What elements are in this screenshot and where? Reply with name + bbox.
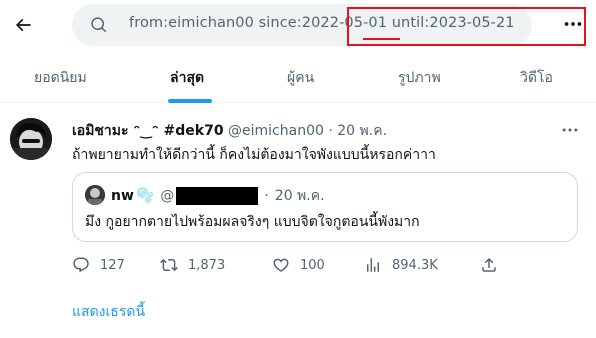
timestamp: 20 พ.ค. bbox=[274, 188, 325, 204]
views-button[interactable]: 894.3K bbox=[364, 254, 438, 276]
retweet-button[interactable]: 1,873 bbox=[160, 254, 225, 276]
view-count: 894.3K bbox=[392, 257, 438, 273]
quoted-tweet-header: nw 🫧 @ · 20 พ.ค. bbox=[111, 185, 325, 207]
reply-button[interactable]: 127 bbox=[72, 254, 125, 276]
like-button[interactable]: 100 bbox=[272, 254, 325, 276]
tweet-actions: 127 1,873 100 894.3K bbox=[72, 254, 578, 276]
year-underline-mark bbox=[363, 38, 400, 40]
tab-top[interactable]: ยอดนิยม bbox=[34, 52, 87, 103]
avatar-image bbox=[85, 185, 105, 205]
quoted-tweet-text: มึง กูอยากตายไปพร้อมผลจริงๆ แบบจิตใจกูตอ… bbox=[85, 214, 420, 230]
search-header: from:eimichan00 since:2022-05-01 until:2… bbox=[0, 0, 596, 52]
like-count: 100 bbox=[300, 257, 325, 273]
bubbles-emoji: 🫧 bbox=[136, 188, 155, 204]
share-icon bbox=[482, 257, 496, 272]
tab-label: ล่าสุด bbox=[170, 69, 205, 86]
search-input[interactable]: from:eimichan00 since:2022-05-01 until:2… bbox=[72, 4, 586, 46]
separator-dot: · bbox=[328, 123, 333, 139]
search-icon bbox=[91, 17, 107, 33]
arrow-left-icon bbox=[15, 18, 31, 32]
tab-people[interactable]: ผู้คน bbox=[287, 52, 314, 103]
tab-videos[interactable]: วิดีโอ bbox=[520, 52, 553, 103]
reply-icon bbox=[73, 257, 89, 273]
retweet-count: 1,873 bbox=[188, 257, 226, 273]
tweet[interactable]: เอมิชามะ ᵔ‿ᵔ #dek70 @eimichan00 · 20 พ.ค… bbox=[0, 104, 596, 338]
active-tab-indicator bbox=[168, 99, 212, 103]
views-icon bbox=[367, 258, 379, 272]
tab-photos[interactable]: รูปภาพ bbox=[398, 52, 441, 103]
tab-latest[interactable]: ล่าสุด bbox=[170, 52, 204, 103]
separator-dot: · bbox=[264, 188, 269, 204]
avatar bbox=[85, 185, 105, 205]
back-button[interactable] bbox=[10, 12, 36, 38]
quoted-tweet[interactable]: nw 🫧 @ · 20 พ.ค. มึง กูอยากตายไปพร้อมผลจ… bbox=[72, 172, 578, 242]
more-icon[interactable] bbox=[560, 120, 580, 140]
tab-label: วิดีโอ bbox=[520, 69, 553, 86]
avatar[interactable] bbox=[10, 118, 52, 160]
display-name: nw bbox=[111, 188, 134, 204]
redaction-bar bbox=[176, 187, 259, 205]
share-button[interactable] bbox=[480, 254, 508, 276]
retweet-icon bbox=[160, 258, 178, 272]
search-tabs: ยอดนิยม ล่าสุด ผู้คน รูปภาพ วิดีโอ bbox=[0, 52, 596, 103]
show-thread-link[interactable]: แสดงเธรดนี้ bbox=[72, 301, 145, 323]
tweet-text: ถ้าพยายามทำให้ดีกว่านี้ ก็คงไม่ต้องมาใจพ… bbox=[72, 147, 436, 163]
tab-label: รูปภาพ bbox=[398, 69, 441, 86]
date-range-highlight-box bbox=[347, 7, 586, 46]
user-handle: @ bbox=[160, 188, 175, 204]
tab-label: ยอดนิยม bbox=[34, 69, 87, 86]
display-name[interactable]: เอมิชามะ ᵔ‿ᵔ #dek70 bbox=[72, 123, 224, 139]
avatar-image bbox=[10, 118, 52, 160]
reply-count: 127 bbox=[100, 257, 125, 273]
more-icon[interactable] bbox=[562, 13, 584, 35]
timestamp[interactable]: 20 พ.ค. bbox=[337, 123, 387, 139]
heart-icon bbox=[273, 258, 289, 272]
tweet-header: เอมิชามะ ᵔ‿ᵔ #dek70 @eimichan00 · 20 พ.ค… bbox=[72, 120, 387, 142]
user-handle[interactable]: @eimichan00 bbox=[228, 123, 324, 139]
tab-label: ผู้คน bbox=[287, 69, 315, 86]
